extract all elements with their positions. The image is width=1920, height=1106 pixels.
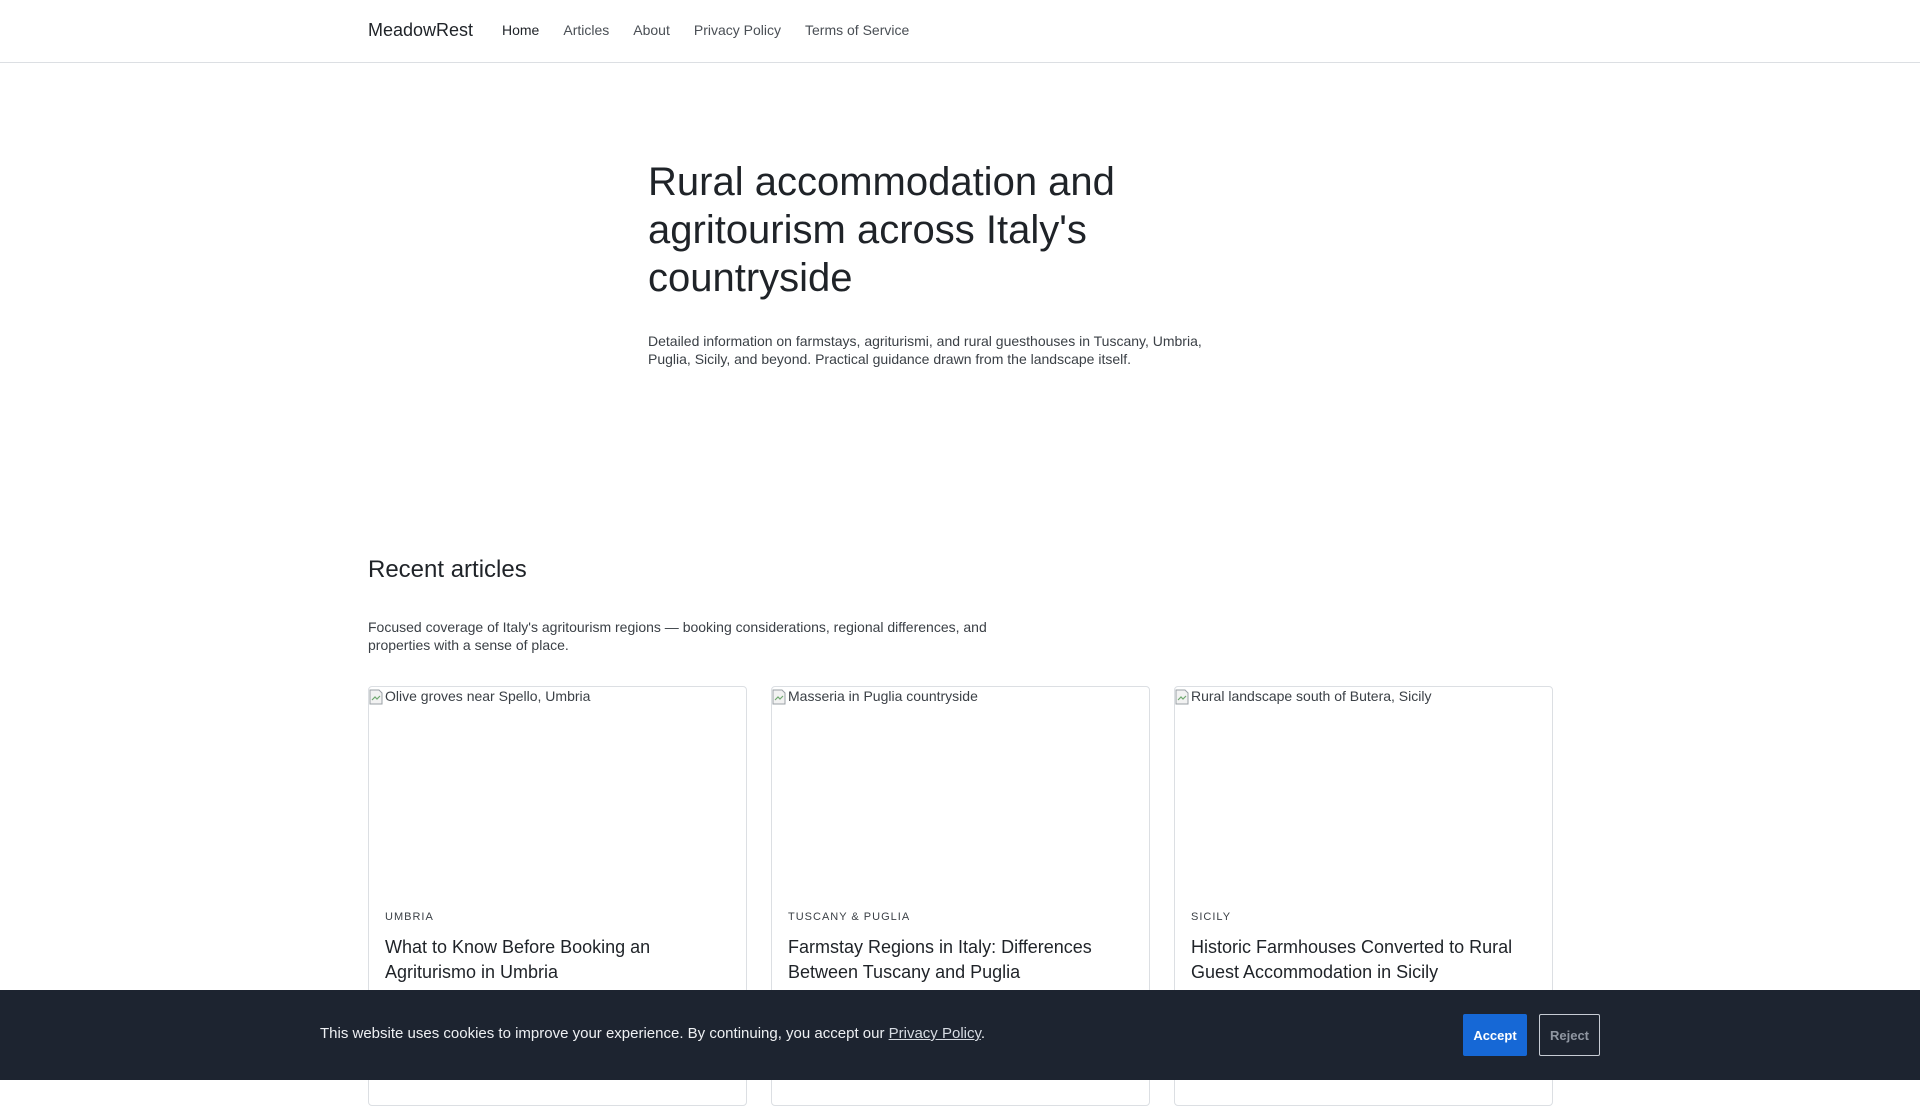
recent-articles-heading: Recent articles	[368, 556, 527, 583]
article-title-link[interactable]: Farmstay Regions in Italy: Differences B…	[788, 935, 1133, 985]
nav-link-home[interactable]: Home	[502, 22, 539, 38]
recent-articles-section: Recent articles Focused coverage of Ital…	[368, 554, 1552, 654]
cookie-message-period: .	[980, 1025, 986, 1042]
cookie-consent-banner: This website uses cookies to improve you…	[0, 990, 1920, 1080]
article-image-alt-text: Olive groves near Spello, Umbria	[385, 688, 591, 704]
article-image-alt-text: Rural landscape south of Butera, Sicily	[1191, 688, 1432, 704]
article-image-broken: Masseria in Puglia countryside	[772, 687, 1149, 907]
main-nav: Home Articles About Privacy Policy Terms…	[502, 22, 909, 38]
cookie-message-text: This website uses cookies to improve you…	[320, 1025, 889, 1042]
cookie-privacy-policy-link[interactable]: Privacy Policy	[889, 1025, 981, 1042]
article-image-alt-text: Masseria in Puglia countryside	[788, 688, 978, 704]
recent-articles-intro: Focused coverage of Italy's agritourism …	[368, 619, 987, 653]
nav-link-terms-of-service[interactable]: Terms of Service	[805, 22, 909, 38]
nav-link-about[interactable]: About	[633, 22, 670, 38]
nav-link-articles[interactable]: Articles	[563, 22, 609, 38]
nav-link-privacy-policy[interactable]: Privacy Policy	[694, 22, 781, 38]
article-image-broken: Rural landscape south of Butera, Sicily	[1175, 687, 1552, 907]
article-image-broken: Olive groves near Spello, Umbria	[369, 687, 746, 907]
brand-logo-link[interactable]: MeadowRest	[368, 20, 473, 41]
reject-cookies-button[interactable]: Reject	[1539, 1014, 1600, 1056]
broken-image-icon	[1175, 689, 1189, 705]
article-region-label: UMBRIA	[385, 911, 434, 923]
article-title-link[interactable]: Historic Farmhouses Converted to Rural G…	[1191, 935, 1536, 985]
hero-subtitle: Detailed information on farmstays, agrit…	[648, 333, 1202, 367]
article-region-label: SICILY	[1191, 911, 1232, 923]
top-navigation-bar: MeadowRest Home Articles About Privacy P…	[0, 0, 1920, 63]
cookie-message: This website uses cookies to improve you…	[320, 1025, 985, 1042]
broken-image-icon	[772, 689, 786, 705]
broken-image-icon	[369, 689, 383, 705]
accept-cookies-button[interactable]: Accept	[1463, 1014, 1527, 1056]
hero-section: Rural accommodation and agritourism acro…	[648, 158, 1208, 368]
hero-title: Rural accommodation and agritourism acro…	[648, 160, 1115, 300]
article-region-label: TUSCANY & PUGLIA	[788, 911, 911, 923]
article-title-link[interactable]: What to Know Before Booking an Agrituris…	[385, 935, 730, 985]
